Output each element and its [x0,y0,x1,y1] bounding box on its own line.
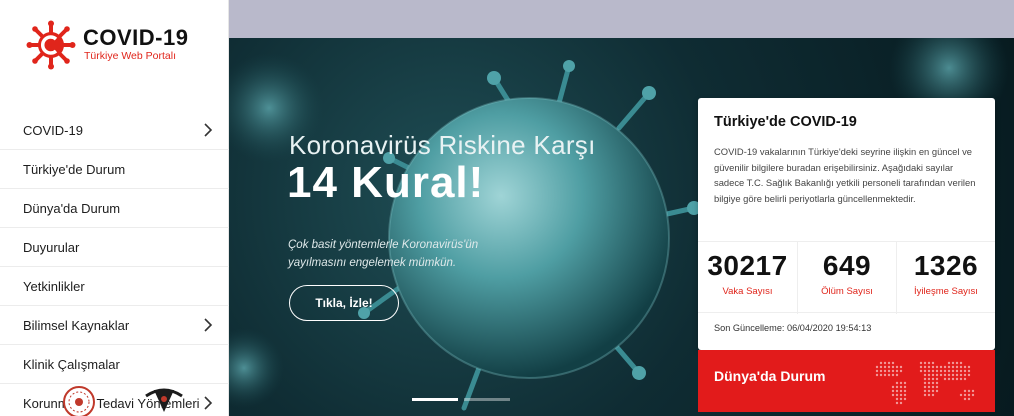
stat-recovered: 1326 İyileşme Sayısı [896,242,995,314]
sidebar-item-label: COVID-19 [23,122,83,138]
hero-description: Çok basit yöntemlerle Koronavirüs'ün yay… [288,239,479,269]
world-map-icon [875,361,975,405]
sidebar-item-label: Dünya'da Durum [23,200,121,216]
sidebar-item-label: Duyurular [23,239,80,255]
sidebar: COVID-19 Türkiye Web Portalı COVID-19 Tü… [0,0,229,416]
stat-deaths: 649 Ölüm Sayısı [797,242,896,314]
chevron-right-icon [204,123,213,137]
logo-title: COVID-19 [83,25,189,50]
stat-label: İyileşme Sayısı [914,286,978,297]
sidebar-item-dunya-durum[interactable]: Dünya'da Durum [0,189,229,228]
sidebar-item-duyurular[interactable]: Duyurular [0,228,229,267]
sidebar-item-turkiye-durum[interactable]: Türkiye'de Durum [0,150,229,189]
chevron-right-icon [204,396,213,410]
card-title: Türkiye'de COVID-19 [714,114,857,130]
hero-title-line1: Koronavirüs Riskine Karşı [289,130,596,160]
site-logo[interactable]: COVID-19 Türkiye Web Portalı [26,20,216,70]
stat-value: 30217 [707,250,788,281]
sidebar-nav: COVID-19 Türkiye'de Durum Dünya'da Durum… [0,111,229,416]
hero-title-line2: 14 Kural! [287,158,485,207]
world-status-link[interactable]: Dünya'da Durum [698,350,995,412]
stats-row: 30217 Vaka Sayısı 649 Ölüm Sayısı 1326 İ… [698,241,995,314]
sidebar-item-klinik-calismalar[interactable]: Klinik Çalışmalar [0,345,229,384]
sidebar-item-yetkinlikler[interactable]: Yetkinlikler [0,267,229,306]
stat-value: 1326 [913,250,979,281]
sidebar-item-label: Türkiye'de Durum [23,161,126,177]
sidebar-item-label: Klinik Çalışmalar [23,356,120,372]
last-updated: Son Güncelleme: 06/04/2020 19:54:13 [714,323,872,333]
sidebar-item-covid19[interactable]: COVID-19 [0,111,229,150]
logo-subtitle: Türkiye Web Portalı [84,50,177,62]
watch-button[interactable]: Tıkla, İzle! [289,285,399,321]
ministry-seals [63,386,183,416]
virus-logo-icon [26,20,76,70]
stat-label: Vaka Sayısı [722,286,773,297]
slider-dot[interactable] [412,398,458,401]
sidebar-item-label: Yetkinlikler [23,278,85,294]
stat-value: 649 [822,250,872,281]
slider-indicators [412,398,522,402]
chevron-right-icon [204,318,213,332]
slider-dot[interactable] [464,398,510,401]
stat-cases: 30217 Vaka Sayısı [698,242,797,314]
sidebar-item-label: Bilimsel Kaynaklar [23,317,130,333]
stat-label: Ölüm Sayısı [821,286,873,297]
turkey-covid-card: Türkiye'de COVID-19 COVID-19 vakalarının… [698,98,995,350]
card-description: COVID-19 vakalarının Türkiye'deki seyrin… [714,146,976,204]
sidebar-item-bilimsel-kaynaklar[interactable]: Bilimsel Kaynaklar [0,306,229,345]
world-status-label: Dünya'da Durum [714,368,826,384]
top-bar [229,0,1014,38]
